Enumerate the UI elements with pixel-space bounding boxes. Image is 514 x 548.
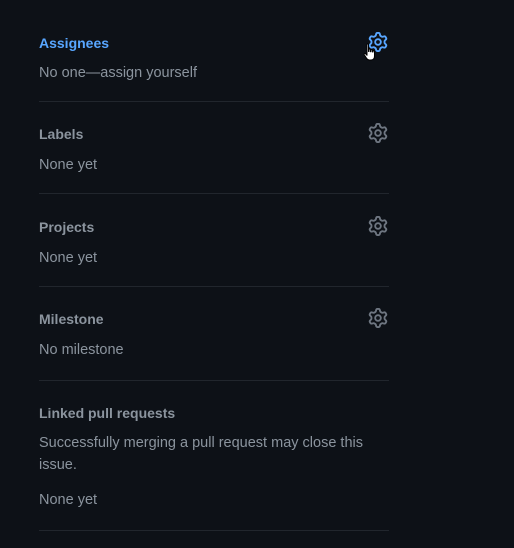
issue-sidebar-page: Assignees No one—assign yourself Labels: [0, 0, 514, 548]
linked-pull-requests-header: Linked pull requests: [39, 401, 389, 425]
labels-header[interactable]: Labels: [39, 122, 389, 146]
labels-title[interactable]: Labels: [39, 125, 83, 143]
assignees-title[interactable]: Assignees: [39, 34, 109, 52]
labels-section: Labels None yet: [39, 102, 389, 194]
milestone-header[interactable]: Milestone: [39, 307, 389, 331]
gear-icon[interactable]: [367, 307, 389, 329]
projects-header[interactable]: Projects: [39, 215, 389, 239]
milestone-title[interactable]: Milestone: [39, 310, 104, 328]
assignees-value[interactable]: No one—assign yourself: [39, 62, 389, 84]
projects-title[interactable]: Projects: [39, 218, 94, 236]
milestone-value: No milestone: [39, 342, 124, 358]
assignees-section: Assignees No one—assign yourself: [39, 0, 389, 102]
issue-sidebar: Assignees No one—assign yourself Labels: [39, 0, 389, 531]
milestone-section: Milestone No milestone: [39, 287, 389, 381]
linked-pull-requests-section: Linked pull requests Successfully mergin…: [39, 381, 389, 531]
linked-pull-requests-description: Successfully merging a pull request may …: [39, 435, 363, 473]
gear-icon[interactable]: [367, 122, 389, 144]
gear-icon[interactable]: [367, 215, 389, 237]
projects-value: None yet: [39, 250, 98, 266]
linked-pull-requests-value: None yet: [39, 492, 98, 508]
assignees-header[interactable]: Assignees: [39, 31, 389, 55]
linked-pull-requests-title: Linked pull requests: [39, 405, 176, 421]
labels-value: None yet: [39, 157, 98, 173]
projects-section: Projects None yet: [39, 194, 389, 287]
hand-pointer-cursor: [363, 43, 375, 61]
